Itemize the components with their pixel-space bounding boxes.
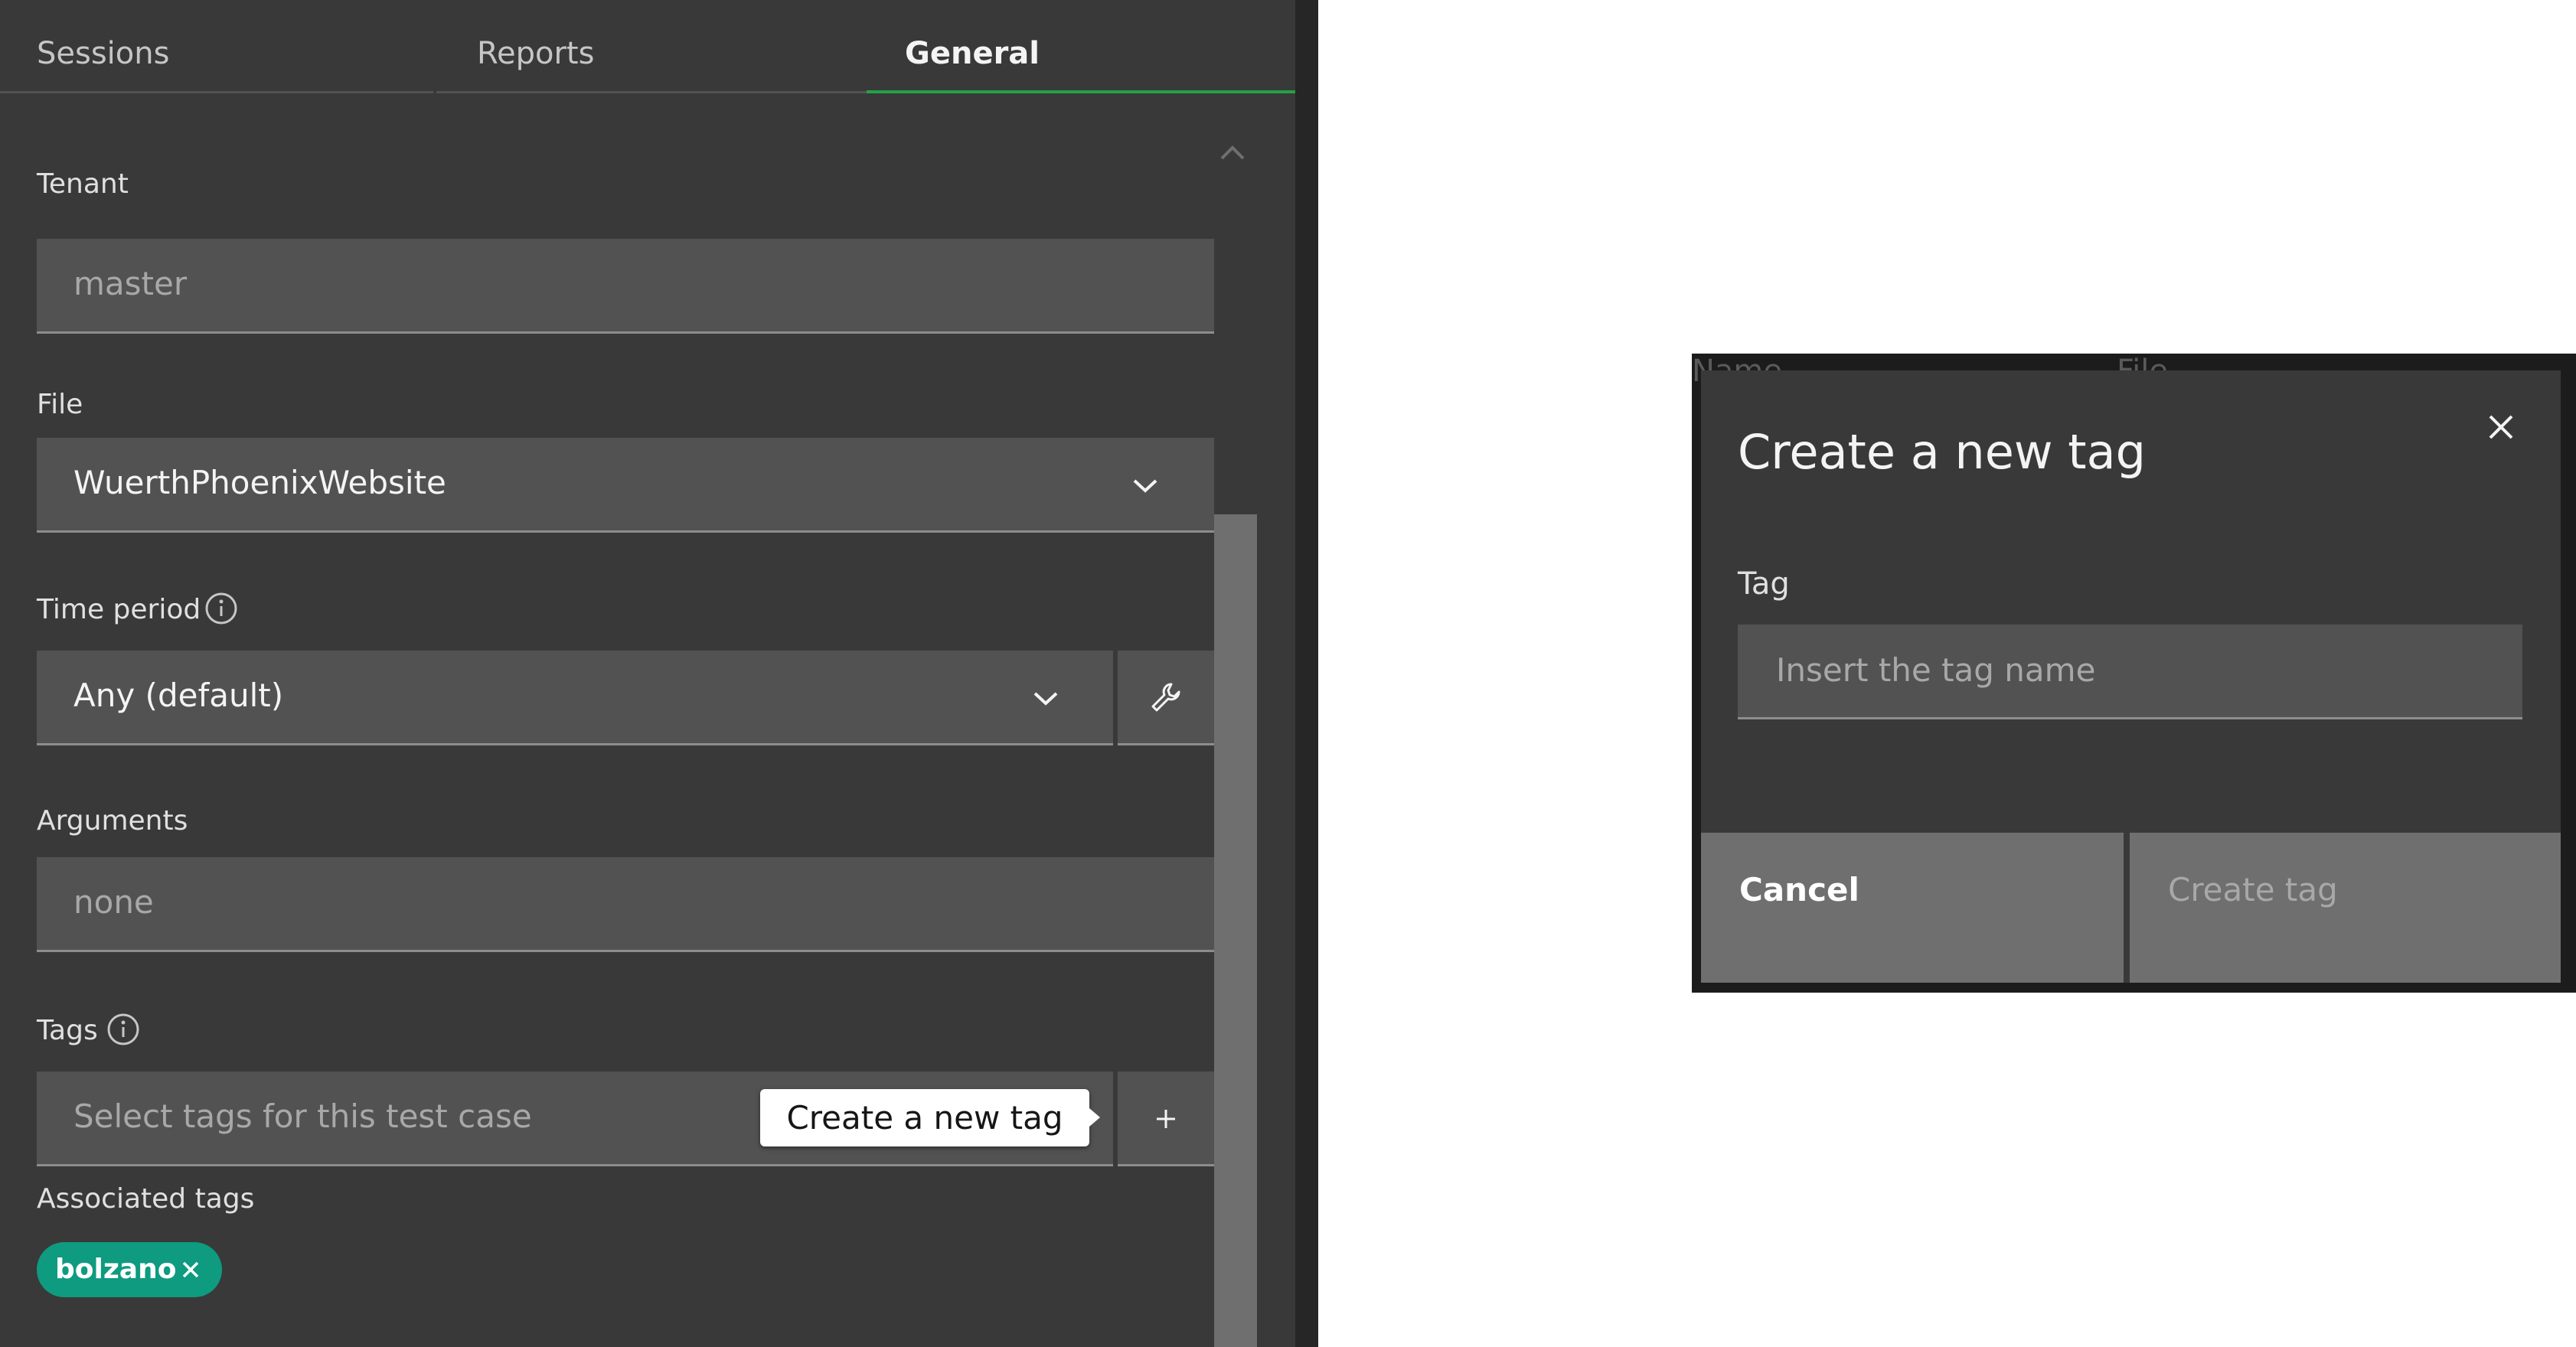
- chevron-down-icon: [1133, 479, 1157, 493]
- tags-placeholder: Select tags for this test case: [73, 1097, 532, 1135]
- file-value: WuerthPhoenixWebsite: [73, 464, 446, 501]
- tab-sessions[interactable]: Sessions: [0, 0, 433, 93]
- tag-chip-label: bolzano: [55, 1254, 177, 1285]
- info-icon[interactable]: [204, 591, 239, 626]
- plus-icon: [1157, 1110, 1175, 1128]
- time-period-select[interactable]: Any (default): [37, 651, 1113, 745]
- arguments-label: Arguments: [37, 805, 188, 837]
- tenant-field: master: [37, 239, 1214, 334]
- side-panel: Sessions Reports General Tenant master F…: [0, 0, 1295, 1347]
- tab-reports[interactable]: Reports: [436, 0, 870, 93]
- info-icon[interactable]: [106, 1012, 141, 1047]
- tenant-label: Tenant: [37, 168, 129, 200]
- arguments-value: none: [73, 883, 154, 921]
- panel-divider: [1295, 0, 1318, 1347]
- create-tag-button[interactable]: Create tag: [2130, 833, 2561, 983]
- tab-general[interactable]: General: [867, 0, 1295, 93]
- tab-label: Reports: [477, 36, 595, 71]
- close-icon[interactable]: [179, 1258, 202, 1281]
- arguments-field: none: [37, 857, 1214, 952]
- cancel-button[interactable]: Cancel: [1701, 833, 2127, 983]
- time-period-label: Time period: [37, 594, 201, 625]
- modal-title: Create a new tag: [1738, 424, 2146, 480]
- close-icon[interactable]: [2484, 410, 2518, 444]
- tab-label: Sessions: [37, 36, 170, 71]
- file-label: File: [37, 389, 83, 420]
- tag-name-placeholder: Insert the tag name: [1776, 651, 2096, 689]
- chevron-down-icon: [1033, 692, 1058, 706]
- tag-name-input[interactable]: Insert the tag name: [1738, 625, 2522, 719]
- file-select[interactable]: WuerthPhoenixWebsite: [37, 438, 1214, 533]
- configure-time-period-button[interactable]: [1118, 651, 1214, 745]
- scrollbar[interactable]: [1214, 514, 1257, 1347]
- tooltip-caret: [1089, 1108, 1100, 1127]
- add-tag-button[interactable]: [1118, 1071, 1214, 1166]
- tab-label: General: [905, 36, 1040, 71]
- wrench-icon: [1151, 683, 1180, 712]
- create-tag-modal: Create a new tag Tag Insert the tag name…: [1701, 370, 2561, 983]
- add-tag-tooltip: Create a new tag: [760, 1089, 1089, 1146]
- tag-chip: bolzano: [37, 1242, 222, 1297]
- chevron-up-icon[interactable]: [1217, 142, 1248, 165]
- time-period-value: Any (default): [73, 677, 284, 714]
- tag-name-label: Tag: [1738, 566, 1790, 602]
- tenant-value: master: [73, 265, 188, 302]
- tags-label: Tags: [37, 1015, 98, 1046]
- associated-tags-label: Associated tags: [37, 1183, 255, 1215]
